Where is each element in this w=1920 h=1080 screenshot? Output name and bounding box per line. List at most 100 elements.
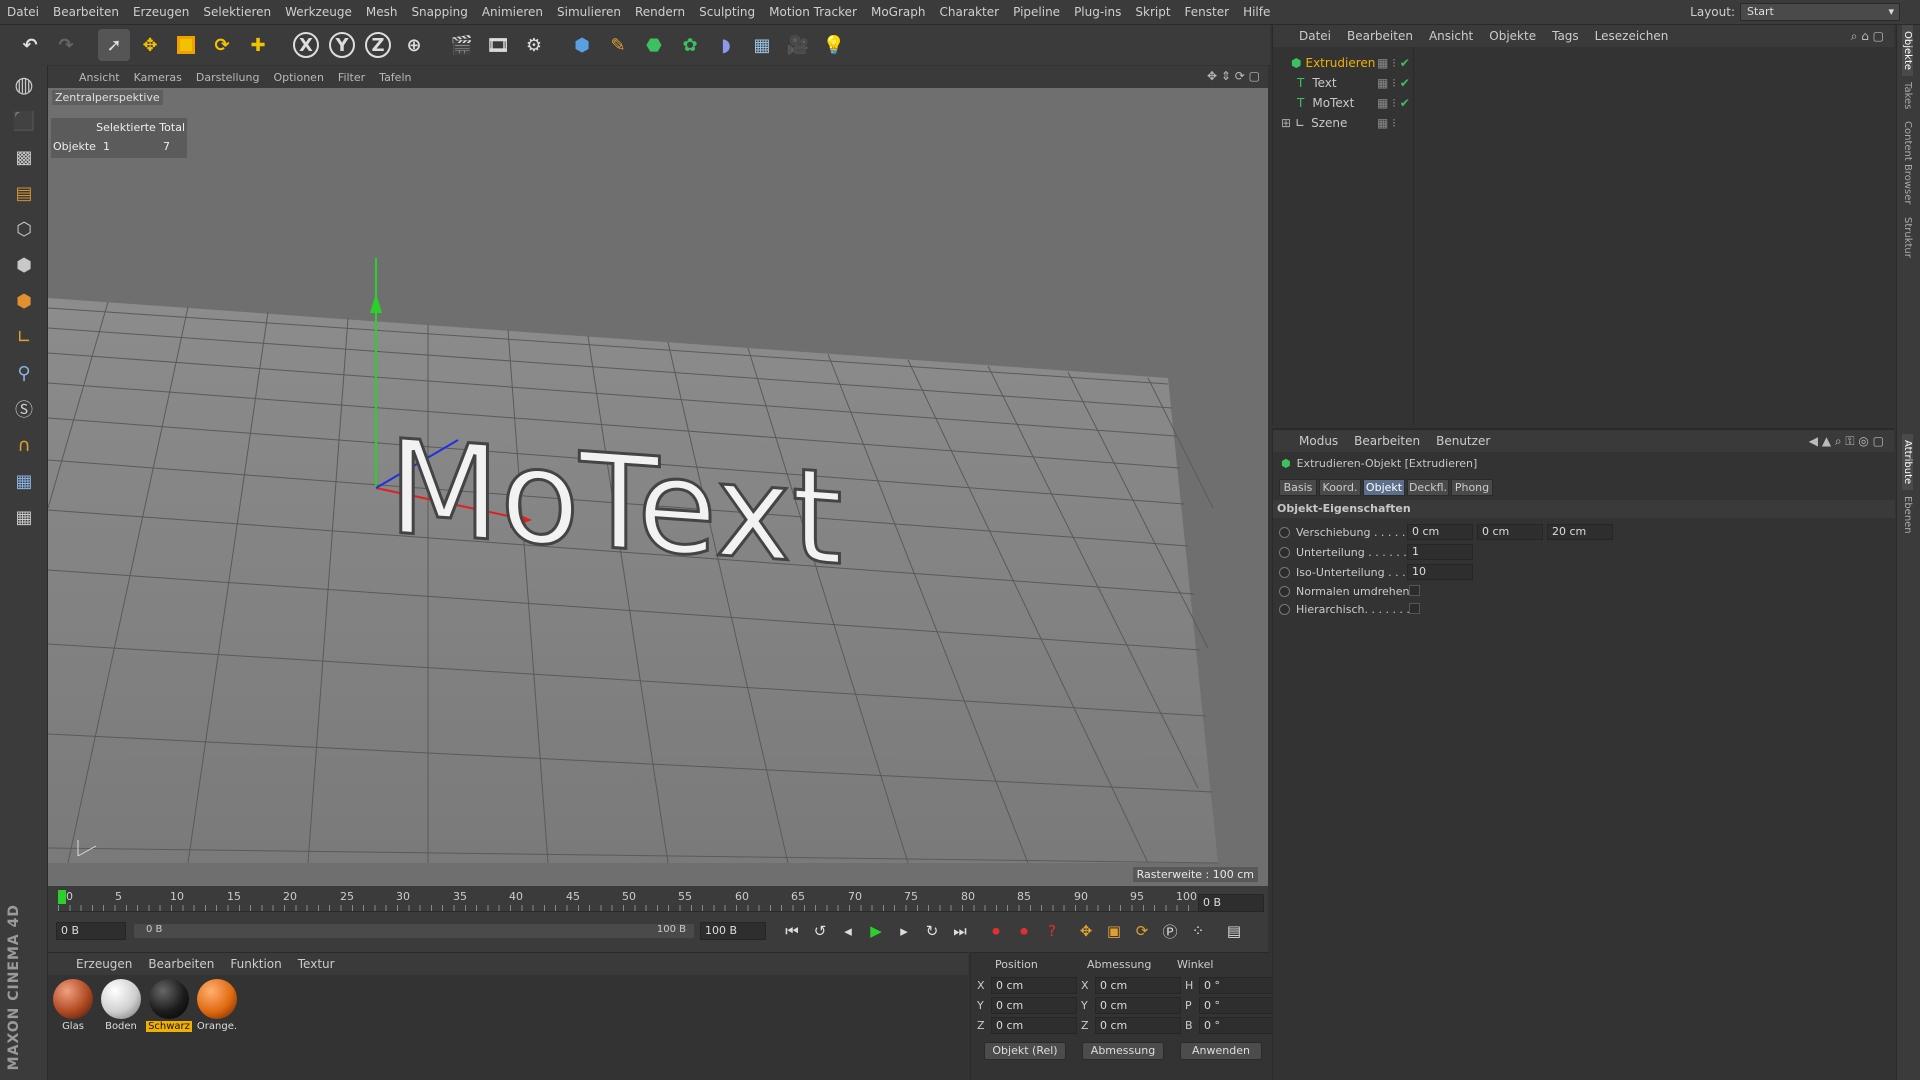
size-x-field[interactable]: 0 cm xyxy=(1095,977,1181,994)
side-tab-ebenen[interactable]: Ebenen xyxy=(1902,490,1913,540)
material-swatch-schwarz[interactable]: Schwarz xyxy=(146,979,192,1032)
offset-y-field[interactable]: 0 cm xyxy=(1477,524,1543,540)
frame-range-slider[interactable]: 0 B 100 B xyxy=(134,924,694,938)
vp-menu-tafeln[interactable]: Tafeln xyxy=(372,71,418,84)
vp-menu-optionen[interactable]: Optionen xyxy=(266,71,330,84)
om-menu-objekte[interactable]: Objekte xyxy=(1481,29,1544,43)
menu-fenster[interactable]: Fenster xyxy=(1178,5,1237,19)
menu-snapping[interactable]: Snapping xyxy=(404,5,474,19)
layout-select[interactable]: Start xyxy=(1740,3,1900,21)
workplane-lock-icon[interactable]: ▦ xyxy=(6,465,42,497)
edges-mode-icon[interactable]: ⬢ xyxy=(6,249,42,281)
rotate-icon[interactable]: ⟳ xyxy=(206,29,238,61)
menu-simulieren[interactable]: Simulieren xyxy=(550,5,628,19)
key-position-icon[interactable]: ✥ xyxy=(1074,919,1098,943)
angle-b-field[interactable]: 0 ° xyxy=(1199,1017,1273,1034)
vp-menu-ansicht[interactable]: Ansicht xyxy=(72,71,127,84)
deformer-icon[interactable]: ◗ xyxy=(710,29,742,61)
am-nav-icons[interactable]: ◀ ▲ ⌕ ⚿ ◎ ▢ xyxy=(1809,434,1884,449)
current-frame-field[interactable]: 0 B xyxy=(1198,894,1264,912)
model-mode-icon[interactable]: ◍ xyxy=(6,69,42,101)
z-axis-icon[interactable]: Z xyxy=(362,29,394,61)
object-row-extrudieren[interactable]: ⬢ Extrudieren ▦ ⁝ ✔ xyxy=(1273,53,1895,73)
animate-radio[interactable] xyxy=(1279,603,1290,615)
am-menu-modus[interactable]: Modus xyxy=(1291,434,1346,448)
menu-werkzeuge[interactable]: Werkzeuge xyxy=(278,5,359,19)
mat-menu-erzeugen[interactable]: Erzeugen xyxy=(68,957,140,971)
mat-menu-funktion[interactable]: Funktion xyxy=(222,957,289,971)
play-icon[interactable]: ▶ xyxy=(864,919,888,943)
menu-hilfe[interactable]: Hilfe xyxy=(1236,5,1277,19)
size-y-field[interactable]: 0 cm xyxy=(1095,997,1181,1014)
select-arrow-icon[interactable]: ➚ xyxy=(98,29,130,61)
offset-z-field[interactable]: 20 cm xyxy=(1547,524,1613,540)
axis-mode-icon[interactable]: ∟ xyxy=(6,321,42,353)
cube-primitive-icon[interactable]: ⬢ xyxy=(566,29,598,61)
mat-menu-bearbeiten[interactable]: Bearbeiten xyxy=(140,957,222,971)
timeline-ruler[interactable]: 0 5 10 15 20 25 30 35 40 45 50 55 60 65 … xyxy=(58,888,1198,912)
tab-phong[interactable]: Phong xyxy=(1451,479,1493,496)
animate-radio[interactable] xyxy=(1279,526,1290,538)
previous-key-icon[interactable]: ↺ xyxy=(808,919,832,943)
tweak-icon[interactable]: ⚲ xyxy=(6,357,42,389)
flip-normals-checkbox[interactable] xyxy=(1409,585,1420,596)
tab-objekt[interactable]: Objekt xyxy=(1363,479,1405,496)
snap-icon[interactable]: Ⓢ xyxy=(6,393,42,425)
tab-koord[interactable]: Koord. xyxy=(1319,479,1361,496)
x-axis-icon[interactable]: X xyxy=(290,29,322,61)
key-rotation-icon[interactable]: ⟳ xyxy=(1130,919,1154,943)
keyframe-selection-icon[interactable]: ? xyxy=(1040,919,1064,943)
am-menu-benutzer[interactable]: Benutzer xyxy=(1428,434,1498,448)
visibility-toggle-icon[interactable]: ▦ ⁝ ✔ xyxy=(1377,76,1410,90)
y-axis-arrow[interactable] xyxy=(370,293,382,313)
workplane-icon[interactable]: ▤ xyxy=(6,177,42,209)
side-tab-objekte[interactable]: Objekte xyxy=(1902,25,1913,77)
tab-basis[interactable]: Basis xyxy=(1279,479,1317,496)
menu-rendern[interactable]: Rendern xyxy=(628,5,692,19)
menu-motion-tracker[interactable]: Motion Tracker xyxy=(762,5,864,19)
angle-p-field[interactable]: 0 ° xyxy=(1199,997,1273,1014)
menu-erzeugen[interactable]: Erzeugen xyxy=(126,5,196,19)
menu-datei[interactable]: Datei xyxy=(0,5,46,19)
om-menu-bearbeiten[interactable]: Bearbeiten xyxy=(1339,29,1421,43)
menu-animieren[interactable]: Animieren xyxy=(475,5,550,19)
vp-menu-filter[interactable]: Filter xyxy=(331,71,372,84)
floor-environment-icon[interactable]: ▦ xyxy=(746,29,778,61)
camera-icon[interactable]: 🎥 xyxy=(782,29,814,61)
side-tab-struktur[interactable]: Struktur xyxy=(1902,211,1913,264)
menu-sculpting[interactable]: Sculpting xyxy=(692,5,762,19)
material-swatch-glas[interactable]: Glas xyxy=(50,979,96,1032)
offset-x-field[interactable]: 0 cm xyxy=(1407,524,1473,540)
visibility-toggle-icon[interactable]: ▦ ⁝ ✔ xyxy=(1377,96,1410,110)
iso-subdivision-field[interactable]: 10 xyxy=(1407,564,1473,580)
last-tool-icon[interactable]: ✚ xyxy=(242,29,274,61)
polygons-mode-icon[interactable]: ⬢ xyxy=(6,285,42,317)
visibility-toggle-icon[interactable]: ▦ ⁝ ✔ xyxy=(1377,56,1410,70)
om-menu-lesezeichen[interactable]: Lesezeichen xyxy=(1587,29,1677,43)
coord-size-select[interactable]: Abmessung xyxy=(1082,1042,1164,1060)
light-icon[interactable]: 💡 xyxy=(818,29,850,61)
coordinate-system-icon[interactable]: ⊕ xyxy=(398,29,430,61)
position-y-field[interactable]: 0 cm xyxy=(991,997,1077,1014)
auto-key-icon[interactable]: ⏺ xyxy=(1012,919,1036,943)
om-menu-datei[interactable]: Datei xyxy=(1291,29,1339,43)
go-to-end-icon[interactable]: ⏭ xyxy=(948,919,972,943)
menu-pipeline[interactable]: Pipeline xyxy=(1006,5,1067,19)
solo-icon[interactable]: ▦ xyxy=(6,501,42,533)
vp-menu-kameras[interactable]: Kameras xyxy=(127,71,189,84)
go-to-start-icon[interactable]: ⏮ xyxy=(780,919,804,943)
next-frame-icon[interactable]: ▸ xyxy=(892,919,916,943)
start-frame-field[interactable]: 0 B xyxy=(56,922,126,940)
om-menu-ansicht[interactable]: Ansicht xyxy=(1421,29,1481,43)
side-tab-content-browser[interactable]: Content Browser xyxy=(1902,115,1913,210)
object-row-text[interactable]: T Text ▦ ⁝ ✔ xyxy=(1273,73,1895,93)
side-tab-takes[interactable]: Takes xyxy=(1902,76,1913,115)
undo-icon[interactable]: ↶ xyxy=(14,29,46,61)
render-view-icon[interactable]: 🎬 xyxy=(446,29,478,61)
menu-bearbeiten[interactable]: Bearbeiten xyxy=(46,5,126,19)
size-z-field[interactable]: 0 cm xyxy=(1095,1017,1181,1034)
3d-viewport[interactable]: MoText Zentralperspektive Selektierte To… xyxy=(48,88,1268,886)
render-settings-icon[interactable]: ⚙ xyxy=(518,29,550,61)
redo-icon[interactable]: ↷ xyxy=(50,29,82,61)
object-row-motext[interactable]: T MoText ▦ ⁝ ✔ xyxy=(1273,93,1895,113)
